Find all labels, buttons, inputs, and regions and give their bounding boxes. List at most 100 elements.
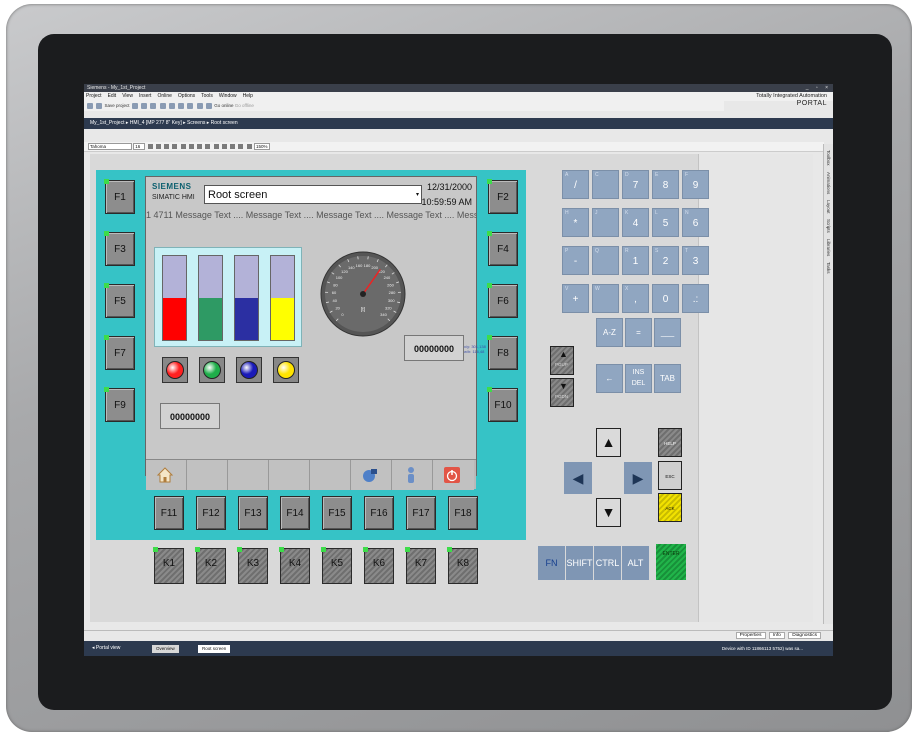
kkey-k5[interactable]: K5 bbox=[321, 547, 352, 584]
fkey-f2[interactable]: F2 bbox=[487, 179, 518, 214]
new-project-icon[interactable] bbox=[87, 102, 93, 109]
nav-exit-button[interactable] bbox=[433, 460, 474, 490]
nav-empty-button-1[interactable] bbox=[187, 460, 228, 490]
indicator-lamp-2[interactable] bbox=[199, 357, 225, 383]
tab-properties[interactable]: Properties bbox=[735, 632, 766, 639]
simulate-icon[interactable] bbox=[205, 102, 212, 109]
fkey-f3[interactable]: F3 bbox=[104, 231, 135, 266]
task-card-toolbox[interactable]: Toolbox bbox=[826, 150, 831, 166]
editor-tab-root-screen[interactable]: Root screen bbox=[198, 645, 231, 653]
undo-icon[interactable] bbox=[168, 102, 175, 109]
task-card-animations[interactable]: Animations bbox=[826, 172, 831, 194]
align-left-icon[interactable] bbox=[205, 144, 211, 150]
page-up-key[interactable]: ▲ PGUP bbox=[550, 346, 574, 375]
task-card-tasks[interactable]: Tasks bbox=[826, 262, 831, 274]
menu-item-tools[interactable]: Tools bbox=[201, 93, 213, 99]
io-field-2[interactable]: 00000000 bbox=[160, 403, 220, 429]
indicator-lamp-3[interactable] bbox=[236, 357, 262, 383]
go-online-button[interactable]: Go online bbox=[214, 103, 233, 108]
keypad-key[interactable]: J bbox=[592, 208, 619, 237]
menu-item-window[interactable]: Window bbox=[219, 93, 237, 99]
keypad-key[interactable]: T3 bbox=[682, 246, 709, 275]
az-key[interactable]: A-Z bbox=[596, 318, 623, 347]
backspace-key[interactable]: ← bbox=[596, 364, 623, 393]
nav-user-button[interactable] bbox=[392, 460, 433, 490]
send-back-icon[interactable] bbox=[246, 144, 252, 150]
ack-key[interactable]: ACK bbox=[658, 493, 682, 522]
editor-tab-overview[interactable]: Overview bbox=[152, 645, 179, 653]
keypad-key[interactable]: P- bbox=[562, 246, 589, 275]
nav-home-button[interactable] bbox=[146, 460, 187, 490]
arrow-right-key[interactable]: ▶ bbox=[624, 462, 652, 494]
keypad-key[interactable]: A / bbox=[562, 170, 589, 199]
menu-item-help[interactable]: Help bbox=[243, 93, 253, 99]
cut-icon[interactable] bbox=[131, 102, 138, 109]
tab-info[interactable]: Info bbox=[768, 632, 785, 639]
keypad-key[interactable]: X, bbox=[622, 284, 649, 313]
space-key[interactable]: ___ bbox=[654, 318, 681, 347]
task-card-libraries[interactable]: Libraries bbox=[826, 239, 831, 256]
delete-icon[interactable] bbox=[159, 102, 166, 109]
group-icon[interactable] bbox=[230, 144, 236, 150]
chevron-down-icon[interactable]: ▾ bbox=[416, 186, 419, 204]
open-project-icon[interactable] bbox=[96, 102, 103, 109]
download-icon[interactable] bbox=[196, 102, 203, 109]
save-project-button[interactable]: Save project bbox=[105, 103, 130, 108]
bring-front-icon[interactable] bbox=[238, 144, 244, 150]
nav-empty-button-2[interactable] bbox=[228, 460, 269, 490]
keypad-key[interactable]: H * bbox=[562, 208, 589, 237]
fkey-f7[interactable]: F7 bbox=[104, 335, 135, 370]
task-card-layout[interactable]: Layout bbox=[826, 200, 831, 214]
align-right-icon[interactable] bbox=[221, 144, 227, 150]
italic-icon[interactable] bbox=[155, 144, 161, 150]
keypad-key[interactable]: R1 bbox=[622, 246, 649, 275]
keypad-key[interactable]: .: bbox=[682, 284, 709, 313]
menu-item-options[interactable]: Options bbox=[178, 93, 195, 99]
kkey-k7[interactable]: K7 bbox=[405, 547, 436, 584]
menu-item-online[interactable]: Online bbox=[157, 93, 171, 99]
nav-language-button[interactable] bbox=[351, 460, 392, 490]
task-card-scripts[interactable]: Scripts bbox=[826, 219, 831, 233]
bold-icon[interactable] bbox=[147, 144, 153, 150]
fkey-f6[interactable]: F6 bbox=[487, 283, 518, 318]
keypad-key[interactable]: V + bbox=[562, 284, 589, 313]
portal-view-button[interactable]: ◂ Portal view bbox=[92, 641, 120, 656]
arrow-down-key[interactable]: ▼ bbox=[596, 498, 621, 527]
keypad-key[interactable]: D7 bbox=[622, 170, 649, 199]
screen-selector[interactable]: Root screen ▾ bbox=[204, 185, 422, 204]
keypad-key[interactable]: K4 bbox=[622, 208, 649, 237]
tab-diagnostics[interactable]: Diagnostics bbox=[788, 632, 821, 639]
copy-icon[interactable] bbox=[141, 102, 148, 109]
keypad-key[interactable]: W bbox=[592, 284, 619, 313]
keypad-key[interactable]: S2 bbox=[652, 246, 679, 275]
underline-icon[interactable] bbox=[164, 144, 170, 150]
esc-key[interactable]: ESC bbox=[658, 461, 682, 490]
fkey-f14[interactable]: F14 bbox=[280, 496, 310, 530]
kkey-k3[interactable]: K3 bbox=[237, 547, 268, 584]
align-center-icon[interactable] bbox=[213, 144, 219, 150]
fkey-f9[interactable]: F9 bbox=[104, 387, 135, 422]
keypad-key[interactable]: F9 bbox=[682, 170, 709, 199]
window-controls[interactable]: _ ▫ × bbox=[806, 84, 831, 92]
arrow-left-key[interactable]: ◀ bbox=[564, 462, 592, 494]
menu-item-insert[interactable]: Insert bbox=[139, 93, 152, 99]
menu-item-view[interactable]: View bbox=[122, 93, 133, 99]
keypad-key[interactable]: 0 bbox=[652, 284, 679, 313]
keypad-key[interactable]: N6 bbox=[682, 208, 709, 237]
fkey-f4[interactable]: F4 bbox=[487, 231, 518, 266]
keypad-key[interactable]: C bbox=[592, 170, 619, 199]
equals-key[interactable]: = bbox=[625, 318, 652, 347]
indicator-lamp-1[interactable] bbox=[162, 357, 188, 383]
help-key[interactable]: HELP bbox=[658, 428, 682, 457]
enter-key[interactable]: ENTER bbox=[656, 544, 686, 580]
fkey-f12[interactable]: F12 bbox=[196, 496, 226, 530]
fkey-f13[interactable]: F13 bbox=[238, 496, 268, 530]
paste-icon[interactable] bbox=[150, 102, 157, 109]
indicator-lamp-4[interactable] bbox=[273, 357, 299, 383]
font-size-select[interactable]: 16 bbox=[133, 143, 146, 151]
text-color-icon[interactable] bbox=[180, 144, 186, 150]
nav-empty-button-4[interactable] bbox=[310, 460, 351, 490]
io-field-1[interactable]: 00000000 bbox=[404, 335, 464, 361]
shift-key[interactable]: SHIFT bbox=[566, 546, 593, 580]
fkey-f17[interactable]: F17 bbox=[406, 496, 436, 530]
